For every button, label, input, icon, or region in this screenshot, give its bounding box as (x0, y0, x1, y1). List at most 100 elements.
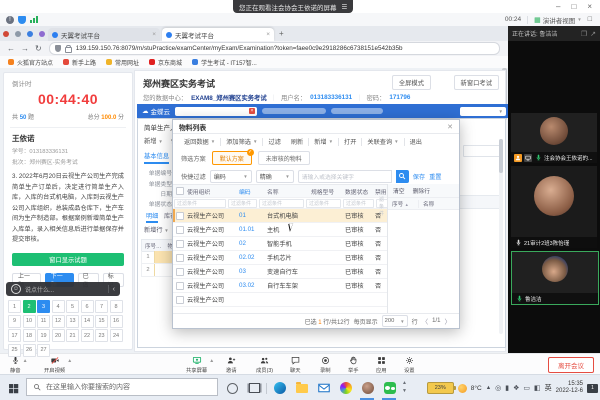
raise-hand-button[interactable]: 举手 (348, 356, 359, 374)
leave-meeting-button[interactable]: 离开会议 (548, 357, 594, 373)
question-number-cell[interactable]: 27 (37, 344, 50, 357)
language-indicator[interactable]: 英 (545, 383, 552, 393)
apps-button[interactable]: 应用 (376, 356, 387, 374)
question-number-cell[interactable]: 22 (81, 329, 94, 342)
tray-icon[interactable]: ◧ (534, 384, 541, 392)
modal-toolbar-related-query[interactable]: 关联查询▼ (362, 137, 403, 146)
video-tile-host[interactable]: 注会协会王依诺的... (511, 113, 597, 163)
temperature[interactable]: 8°C (471, 385, 482, 392)
cortana-icon[interactable] (224, 380, 240, 396)
col-header[interactable]: 规格型号 (311, 187, 345, 196)
fullscreen-mode-button[interactable]: 全屏模式 (392, 75, 431, 90)
erp-search-input[interactable]: × (175, 107, 257, 116)
tray-icon[interactable]: ▭ (523, 384, 530, 392)
task-view-icon[interactable] (246, 380, 262, 396)
share-screen-button[interactable]: ▲ 共享屏幕 (186, 356, 207, 374)
column-filter-input[interactable]: 过滤条件 (343, 199, 374, 208)
keyword-input[interactable]: 请输入或选择关键字 (298, 170, 392, 183)
modal-toolbar-refresh[interactable]: 刷新 (286, 137, 308, 146)
close-button[interactable]: × (587, 2, 592, 11)
invite-button[interactable]: 邀请 (226, 356, 237, 374)
hidden-icons-chevron[interactable]: ▲ (486, 385, 491, 391)
pinned-tab-icon[interactable] (3, 31, 9, 37)
per-page-select[interactable]: 200▼ (382, 315, 408, 327)
col-header[interactable]: 使用组织 (187, 187, 239, 196)
column-filter-input[interactable]: 过滤条件 (174, 199, 226, 208)
next-page-icon[interactable]: 〉 (445, 316, 452, 326)
mute-button[interactable]: ▲ 静音 (10, 356, 21, 374)
start-button[interactable] (5, 380, 21, 396)
edge-icon[interactable] (272, 380, 288, 396)
new-tab-button[interactable]: + (279, 29, 284, 38)
question-number-cell[interactable]: 14 (81, 315, 94, 328)
tray-icon[interactable]: ▮ (505, 384, 509, 392)
members-button[interactable]: 成员(3) (256, 356, 273, 374)
modal-toolbar-return-data[interactable]: 返回数据▼ (179, 137, 220, 146)
taskbar-search[interactable]: 在这里输入你要搜索的内容 (26, 378, 218, 396)
question-number-cell[interactable]: 15 (95, 315, 108, 328)
doc-field[interactable] (463, 145, 501, 157)
forward-icon[interactable]: → (21, 44, 29, 53)
bookmark-item[interactable]: 京东商城 (149, 58, 182, 67)
tracking-shield-icon[interactable] (55, 45, 61, 52)
material-row[interactable]: 云视生产公司 (173, 293, 387, 307)
row-checkbox[interactable] (176, 268, 184, 276)
question-number-cell[interactable]: 16 (110, 315, 123, 328)
question-number-cell[interactable]: 4 (52, 300, 65, 313)
question-number-cell[interactable]: 26 (23, 344, 36, 357)
question-number-cell[interactable]: 12 (52, 315, 65, 328)
scheme-unaudited-chip[interactable]: 未审核的物料 (258, 151, 310, 165)
question-number-cell[interactable]: 1 (8, 300, 21, 313)
question-number-cell[interactable]: 13 (66, 315, 79, 328)
tab-detail[interactable]: 明细 (146, 211, 158, 223)
question-number-cell[interactable]: 10 (23, 315, 36, 328)
search-button[interactable] (396, 170, 409, 183)
erp-menu-item[interactable] (331, 108, 383, 114)
save-filter-link[interactable]: 保存 (413, 172, 425, 181)
show-question-button[interactable]: 窗口显示试题 (12, 253, 124, 266)
row-checkbox[interactable] (176, 254, 184, 262)
menu-icon[interactable]: ☰ (342, 3, 348, 11)
pinned-tab-icon[interactable] (15, 31, 21, 37)
col-header[interactable]: 名称 (267, 187, 311, 196)
layout-icon[interactable]: ❐ (581, 30, 587, 38)
material-row[interactable]: 云视生产公司03.02自行车车架已审核否 (173, 279, 387, 293)
row-checkbox[interactable] (176, 282, 184, 290)
settings-button[interactable]: 设置 (404, 356, 415, 374)
modal-toolbar-filter[interactable]: 过滤 (263, 137, 285, 146)
row-checkbox[interactable] (176, 226, 184, 234)
question-number-cell[interactable]: 17 (8, 329, 21, 342)
address-bar[interactable]: 139.159.150.76:8079/m/stuPractice/examCe… (49, 42, 500, 55)
prev-page-icon[interactable]: 〈 (422, 316, 429, 326)
question-number-cell[interactable]: 7 (95, 300, 108, 313)
bookmark-item[interactable]: 新手上路 (63, 58, 96, 67)
file-explorer-icon[interactable] (294, 380, 310, 396)
question-number-cell[interactable]: 5 (66, 300, 79, 313)
material-row[interactable]: 云视生产公司01.01主机已审核否 (173, 223, 387, 237)
maximize-button[interactable]: □ (571, 2, 576, 11)
popout-icon[interactable]: ↗ (590, 30, 596, 38)
column-filter-input[interactable]: 过滤条件 (306, 199, 341, 208)
reload-icon[interactable]: ↻ (35, 44, 42, 53)
video-tile-student[interactable]: 21审计2班3陈怡瑾 (511, 166, 597, 248)
reset-filter-link[interactable]: 重置 (429, 172, 441, 181)
photos-app-icon[interactable] (338, 380, 354, 396)
select-all-checkbox[interactable] (176, 187, 184, 195)
new-window-exam-button[interactable]: 新窗口考试 (454, 75, 499, 90)
modal-close-icon[interactable]: ✕ (447, 123, 453, 131)
bookmark-item[interactable]: 火狐官方站点 (8, 58, 53, 67)
pinned-tab-icon[interactable] (39, 31, 45, 37)
row-checkbox[interactable] (176, 296, 184, 304)
question-number-cell[interactable]: 9 (8, 315, 21, 328)
start-video-button[interactable]: ▲ 开启视频 (44, 356, 65, 374)
question-number-cell[interactable]: 19 (37, 329, 50, 342)
back-icon[interactable]: ← (7, 44, 15, 53)
column-filter-input[interactable]: 过滤条件 (259, 199, 304, 208)
browser-tab-2[interactable]: 天翼考试平台 × (162, 28, 274, 41)
row-checkbox[interactable] (176, 240, 184, 248)
question-number-cell[interactable]: 21 (66, 329, 79, 342)
column-filter-input[interactable]: 过滤条件 (228, 199, 257, 208)
emoji-icon[interactable]: ☺ (11, 284, 21, 294)
add-row-button[interactable]: 新增行 ▼ (144, 225, 169, 234)
delete-row-button[interactable]: 删除行 (413, 186, 430, 195)
